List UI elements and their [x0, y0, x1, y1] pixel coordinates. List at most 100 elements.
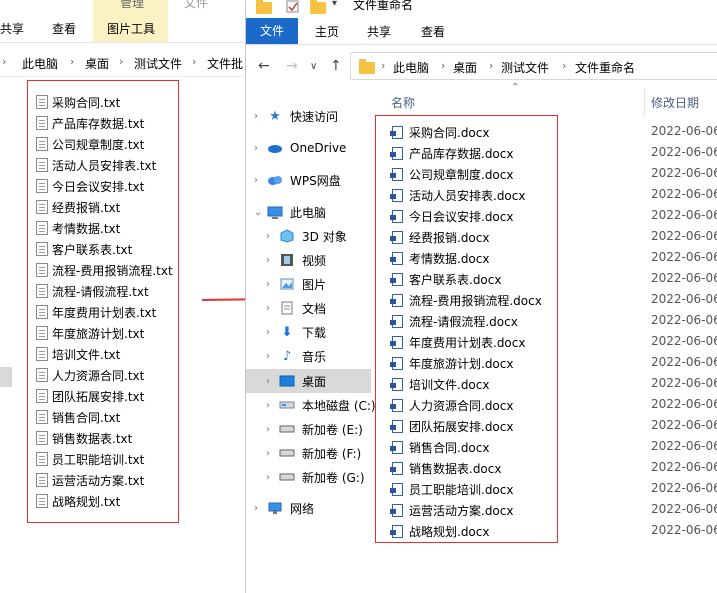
- chevron-right-icon[interactable]: ›: [266, 400, 278, 411]
- nav-downloads[interactable]: › ⬇ 下载: [266, 321, 326, 343]
- list-item[interactable]: 销售数据表.docx: [390, 458, 501, 478]
- nav-drive-f[interactable]: › 新加卷 (F:): [266, 442, 361, 464]
- list-item[interactable]: 活动人员安排表.txt: [36, 156, 156, 174]
- list-item[interactable]: 采购合同.docx: [390, 122, 489, 142]
- breadcrumb-item[interactable]: 文件重命名: [575, 59, 635, 76]
- list-item[interactable]: 考情数据.txt: [36, 219, 120, 237]
- nav-drive-c[interactable]: › 本地磁盘 (C:): [266, 394, 376, 416]
- list-item[interactable]: 产品库存数据.docx: [390, 143, 513, 163]
- list-item[interactable]: 年度旅游计划.txt: [36, 324, 144, 342]
- tab-share[interactable]: 共享: [367, 23, 391, 40]
- list-item[interactable]: 客户联系表.txt: [36, 240, 132, 258]
- chevron-right-icon[interactable]: ›: [254, 175, 266, 186]
- list-item[interactable]: 战略规划.docx: [390, 521, 489, 541]
- list-item[interactable]: 培训文件.docx: [390, 374, 489, 394]
- tab-view[interactable]: 查看: [52, 20, 76, 37]
- chevron-right-icon[interactable]: ›: [254, 111, 266, 122]
- list-item[interactable]: 流程-请假流程.txt: [36, 282, 149, 300]
- chevron-right-icon[interactable]: ›: [266, 303, 278, 314]
- list-item[interactable]: 年度费用计划表.txt: [36, 303, 156, 321]
- list-item[interactable]: 销售数据表.txt: [36, 429, 132, 447]
- list-item[interactable]: 员工职能培训.txt: [36, 450, 144, 468]
- tab-share[interactable]: 共享: [0, 20, 24, 37]
- nav-onedrive[interactable]: › OneDrive: [254, 137, 346, 159]
- list-item[interactable]: 考情数据.docx: [390, 248, 489, 268]
- list-item[interactable]: 战略规划.txt: [36, 492, 120, 510]
- nav-3d-objects[interactable]: › 3D 对象: [266, 225, 347, 247]
- list-item[interactable]: 年度旅游计划.docx: [390, 353, 513, 373]
- file-tab-label[interactable]: 文件: [184, 0, 208, 11]
- checkbox-icon[interactable]: [286, 0, 300, 14]
- column-header-modified[interactable]: 修改日期: [651, 94, 699, 111]
- tab-picture-tools[interactable]: 图片工具: [107, 20, 155, 37]
- nav-drive-g[interactable]: › 新加卷 (G:): [266, 466, 365, 488]
- list-item[interactable]: 销售合同.docx: [390, 437, 489, 457]
- forward-arrow-icon[interactable]: →: [286, 58, 298, 74]
- list-item[interactable]: 运营活动方案.txt: [36, 471, 144, 489]
- dropdown-icon[interactable]: ▾: [332, 0, 337, 9]
- nav-documents[interactable]: › 文档: [266, 297, 326, 319]
- chevron-right-icon[interactable]: ›: [266, 448, 278, 459]
- breadcrumb-item[interactable]: 文件批: [207, 55, 243, 72]
- breadcrumb-item[interactable]: 桌面: [85, 55, 109, 72]
- list-item[interactable]: 流程-请假流程.docx: [390, 311, 518, 331]
- list-item[interactable]: 团队拓展安排.txt: [36, 387, 144, 405]
- new-folder-icon[interactable]: [310, 0, 326, 14]
- breadcrumb-item[interactable]: 测试文件: [134, 55, 182, 72]
- nav-wps-cloud[interactable]: › WPS网盘: [254, 169, 341, 191]
- list-item[interactable]: 员工职能培训.docx: [390, 479, 513, 499]
- manage-tab[interactable]: 管理 图片工具: [93, 0, 168, 42]
- nav-selected-item[interactable]: [0, 367, 12, 387]
- list-item[interactable]: 流程-费用报销流程.txt: [36, 261, 173, 279]
- list-item[interactable]: 活动人员安排表.docx: [390, 185, 525, 205]
- nav-music[interactable]: › ♪ 音乐: [266, 345, 326, 367]
- tab-view[interactable]: 查看: [421, 23, 445, 40]
- list-item[interactable]: 团队拓展安排.docx: [390, 416, 513, 436]
- chevron-right-icon[interactable]: ›: [266, 327, 278, 338]
- recent-dropdown-icon[interactable]: ∨: [310, 61, 317, 72]
- breadcrumb-item[interactable]: 测试文件: [501, 59, 549, 76]
- list-item[interactable]: 采购合同.txt: [36, 93, 120, 111]
- chevron-right-icon[interactable]: ›: [266, 472, 278, 483]
- nav-pictures[interactable]: › 图片: [266, 273, 326, 295]
- list-item[interactable]: 销售合同.txt: [36, 408, 120, 426]
- chevron-right-icon[interactable]: ›: [254, 143, 266, 154]
- list-item[interactable]: 运营活动方案.docx: [390, 500, 513, 520]
- nav-drive-e[interactable]: › 新加卷 (E:): [266, 418, 363, 440]
- list-item[interactable]: 公司规章制度.txt: [36, 135, 144, 153]
- list-item[interactable]: 经费报销.docx: [390, 227, 489, 247]
- list-item[interactable]: 公司规章制度.docx: [390, 164, 513, 184]
- nav-desktop[interactable]: › 桌面: [266, 370, 326, 392]
- title-bar[interactable]: ▾ 文件重命名: [246, 0, 717, 18]
- tab-home[interactable]: 主页: [315, 23, 339, 40]
- address-bar[interactable]: › 此电脑 › 桌面 › 测试文件 › 文件重命名: [350, 52, 717, 80]
- list-item[interactable]: 人力资源合同.docx: [390, 395, 513, 415]
- breadcrumb-item[interactable]: 此电脑: [393, 59, 429, 76]
- column-header-name[interactable]: 名称: [391, 94, 415, 111]
- chevron-right-icon[interactable]: ›: [266, 376, 278, 387]
- back-address-bar[interactable]: › 此电脑 › 桌面 › 测试文件 › 文件批: [0, 48, 245, 77]
- back-arrow-icon[interactable]: ←: [258, 58, 270, 74]
- list-item[interactable]: 客户联系表.docx: [390, 269, 501, 289]
- list-item[interactable]: 流程-费用报销流程.docx: [390, 290, 542, 310]
- up-arrow-icon[interactable]: ↑: [330, 58, 342, 74]
- column-divider[interactable]: [644, 88, 645, 116]
- nav-network[interactable]: › 网络: [254, 497, 314, 519]
- list-item[interactable]: 今日会议安排.docx: [390, 206, 513, 226]
- chevron-right-icon[interactable]: ›: [266, 279, 278, 290]
- chevron-right-icon[interactable]: ›: [266, 231, 278, 242]
- list-item[interactable]: 人力资源合同.txt: [36, 366, 144, 384]
- chevron-right-icon[interactable]: ›: [266, 424, 278, 435]
- nav-this-pc[interactable]: ⌄ 此电脑: [254, 201, 326, 223]
- list-item[interactable]: 经费报销.txt: [36, 198, 120, 216]
- list-item[interactable]: 年度费用计划表.docx: [390, 332, 525, 352]
- chevron-down-icon[interactable]: ⌄: [254, 207, 266, 218]
- nav-videos[interactable]: › 视频: [266, 249, 326, 271]
- nav-quick-access[interactable]: › ★ 快速访问: [254, 105, 338, 127]
- chevron-right-icon[interactable]: ›: [254, 503, 266, 514]
- list-item[interactable]: 培训文件.txt: [36, 345, 120, 363]
- chevron-right-icon[interactable]: ›: [266, 351, 278, 362]
- list-item[interactable]: 产品库存数据.txt: [36, 114, 144, 132]
- breadcrumb-item[interactable]: 桌面: [453, 59, 477, 76]
- tab-file[interactable]: 文件: [246, 18, 298, 44]
